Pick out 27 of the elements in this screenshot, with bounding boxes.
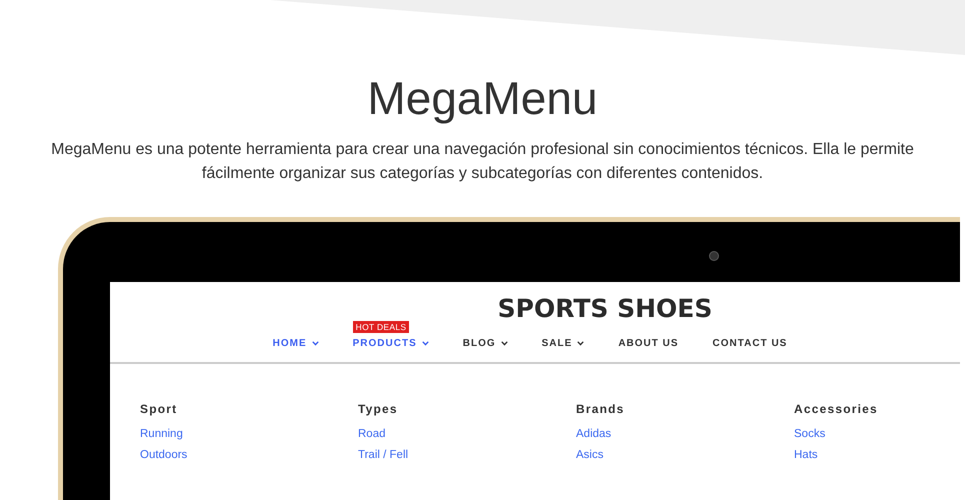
hot-deals-badge: HOT DEALS [352, 321, 410, 333]
menu-link[interactable]: Road [358, 428, 576, 440]
nav-link[interactable]: CONTACT US [712, 338, 788, 349]
nav-link[interactable]: PRODUCTS [352, 338, 429, 349]
caret-icon [500, 341, 508, 346]
column-heading: Types [358, 402, 399, 416]
page-title: MegaMenu [367, 71, 598, 126]
caret-icon [577, 341, 584, 346]
column-heading: Brands [576, 402, 626, 416]
nav-link[interactable]: ABOUT US [618, 338, 679, 349]
menu-link[interactable]: Socks [794, 428, 965, 440]
menu-link[interactable]: Asics [576, 449, 794, 461]
store-name: SPORTS SHOES [498, 294, 712, 324]
menu-link[interactable]: Hats [794, 449, 965, 461]
description-text: MegaMenu es una potente herramienta para crear una navegación profesional sin conocimientos técnicos. Ella le permite fácilmente organizar sus categorías y subcategorías con diferentes contenidos. [50, 140, 915, 184]
nav-link[interactable]: HOME [272, 338, 319, 349]
menu-link[interactable]: Running [140, 428, 358, 440]
column-heading: Accessories [794, 402, 879, 416]
menu-link[interactable]: Outdoors [140, 449, 358, 461]
camera-icon [709, 251, 719, 261]
menu-link[interactable]: Trail / Fell [358, 449, 576, 461]
column-heading: Sport [140, 402, 178, 416]
caret-icon [422, 341, 429, 346]
nav-link[interactable]: SALE [542, 338, 584, 349]
caret-icon [312, 341, 319, 346]
menu-link[interactable]: Adidas [576, 428, 794, 440]
nav-link[interactable]: BLOG [462, 338, 508, 349]
